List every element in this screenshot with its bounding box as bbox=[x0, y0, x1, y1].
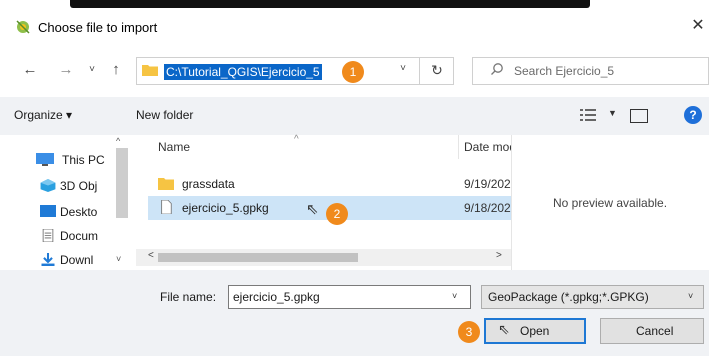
download-icon bbox=[41, 253, 55, 266]
nav-pane-scroll-thumb[interactable] bbox=[116, 148, 128, 218]
back-arrow-icon[interactable]: ← bbox=[18, 58, 42, 82]
horizontal-scroll-thumb[interactable] bbox=[158, 253, 358, 262]
organize-button[interactable]: Organize ▾ bbox=[14, 108, 72, 122]
command-bar bbox=[0, 97, 709, 135]
list-item[interactable]: grassdata 9/19/2020 bbox=[148, 172, 511, 196]
qgis-app-icon bbox=[16, 20, 30, 34]
column-header-name[interactable]: Name bbox=[158, 140, 190, 154]
file-type-value[interactable]: GeoPackage (*.gpkg;*.GPKG) bbox=[488, 290, 649, 304]
sort-indicator-icon: ^ bbox=[294, 134, 299, 145]
address-path-text[interactable]: C:\Tutorial_QGIS\Ejercicio_5 bbox=[164, 64, 322, 80]
refresh-icon: ↻ bbox=[431, 62, 443, 78]
search-placeholder: Search Ejercicio_5 bbox=[514, 64, 615, 78]
up-arrow-icon[interactable]: ↑ bbox=[106, 58, 126, 82]
new-folder-button[interactable]: New folder bbox=[136, 108, 193, 122]
step-badge-1: 1 bbox=[342, 61, 364, 83]
scroll-up-icon[interactable]: ^ bbox=[116, 136, 120, 146]
step-badge-2: 2 bbox=[326, 203, 348, 225]
cube-icon bbox=[40, 179, 56, 192]
desktop-icon bbox=[40, 205, 56, 217]
nav-item-downloads[interactable]: Downl bbox=[14, 249, 124, 270]
file-icon bbox=[161, 200, 172, 214]
file-name-label: File name: bbox=[160, 290, 217, 304]
close-icon[interactable]: ✕ bbox=[688, 15, 708, 37]
mouse-cursor-icon: ⇖ bbox=[306, 201, 319, 218]
step-badge-3: 3 bbox=[458, 321, 480, 343]
open-button-label: Open bbox=[520, 324, 550, 338]
nav-item-3d-objects[interactable]: 3D Obj bbox=[14, 175, 124, 197]
address-dropdown-icon[interactable]: ˅ bbox=[395, 63, 411, 74]
list-preview-divider bbox=[511, 135, 512, 270]
column-header-date[interactable]: Date modified bbox=[464, 140, 511, 154]
scroll-left-icon[interactable]: < bbox=[148, 250, 154, 261]
help-icon[interactable]: ? bbox=[684, 106, 702, 124]
scroll-right-icon[interactable]: > bbox=[496, 250, 502, 261]
forward-arrow-icon[interactable]: → bbox=[54, 58, 78, 82]
nav-item-this-pc[interactable]: This PC bbox=[0, 149, 110, 171]
folder-icon bbox=[158, 178, 174, 190]
pc-icon bbox=[36, 153, 54, 166]
file-type-dropdown-icon[interactable]: ˅ bbox=[688, 291, 693, 301]
file-name-value[interactable]: ejercicio_5.gpkg bbox=[233, 290, 320, 304]
scroll-down-icon[interactable]: ˅ bbox=[116, 254, 121, 264]
folder-icon bbox=[142, 65, 158, 76]
nav-item-desktop[interactable]: Deskto bbox=[14, 201, 124, 223]
column-separator[interactable] bbox=[458, 135, 459, 159]
mouse-cursor-icon: ⇖ bbox=[498, 321, 510, 337]
recent-dropdown-icon[interactable]: ˅ bbox=[84, 58, 100, 82]
nav-item-documents[interactable]: Docum bbox=[14, 225, 124, 247]
view-options-icon[interactable] bbox=[580, 108, 596, 122]
preview-pane-icon[interactable] bbox=[630, 109, 648, 123]
document-icon bbox=[42, 229, 54, 242]
search-icon bbox=[491, 63, 503, 75]
view-dropdown-icon[interactable]: ▼ bbox=[608, 108, 617, 118]
window-title: Choose file to import bbox=[38, 20, 158, 35]
preview-message: No preview available. bbox=[553, 196, 668, 210]
top-banner-strip bbox=[0, 0, 709, 10]
cancel-button-label: Cancel bbox=[636, 324, 674, 338]
file-name-dropdown-icon[interactable]: ˅ bbox=[452, 291, 457, 301]
